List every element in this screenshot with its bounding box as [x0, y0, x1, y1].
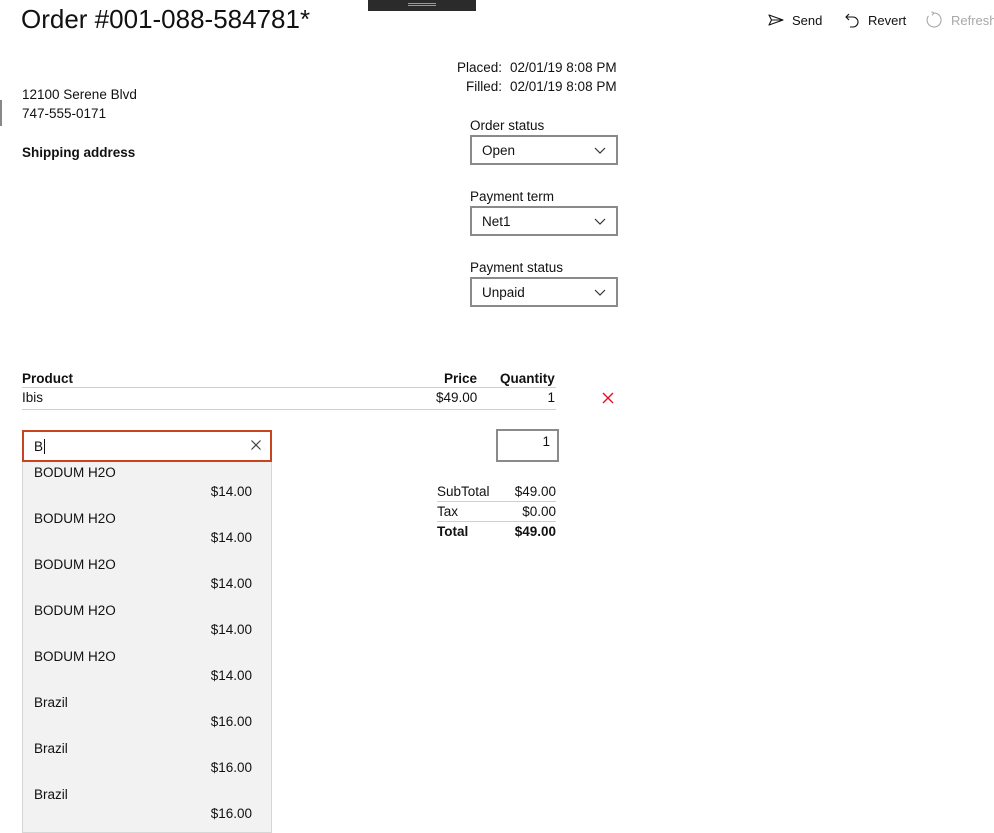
send-label: Send [792, 12, 823, 28]
suggestion-item[interactable]: BODUM H2O $14.00 [23, 462, 271, 508]
row-divider [22, 409, 556, 410]
drag-grip-icon [408, 3, 436, 4]
suggestion-name: Brazil [34, 787, 68, 802]
subtotal-row: SubTotal $49.00 [437, 484, 556, 499]
tax-value: $0.00 [522, 504, 556, 519]
customer-address: 12100 Serene Blvd [22, 87, 137, 102]
order-status-dropdown[interactable]: Open [470, 135, 618, 165]
chevron-down-icon [594, 214, 606, 229]
chevron-down-icon [594, 285, 606, 300]
suggestion-item[interactable]: Brazil $16.00 [23, 784, 271, 830]
placed-label: Placed: [456, 60, 502, 75]
order-status-label: Order status [470, 118, 545, 133]
suggestion-name: BODUM H2O [34, 557, 116, 572]
suggestion-name: BODUM H2O [34, 465, 116, 480]
send-icon [768, 14, 784, 26]
delete-x-icon[interactable] [600, 390, 616, 406]
window-drag-handle[interactable] [368, 0, 476, 11]
suggestion-item[interactable]: BODUM H2O $14.00 [23, 508, 271, 554]
suggestion-item[interactable]: BODUM H2O $14.00 [23, 600, 271, 646]
filled-label: Filled: [465, 79, 502, 94]
revert-button[interactable]: Revert [844, 10, 906, 30]
payment-term-dropdown[interactable]: Net1 [470, 206, 618, 236]
suggestion-item[interactable]: Brazil $16.00 [23, 738, 271, 784]
payment-status-label: Payment status [470, 260, 564, 275]
payment-term-label: Payment term [470, 189, 555, 204]
undo-icon [844, 12, 860, 28]
text-caret [44, 438, 46, 454]
suggestion-price: $14.00 [210, 576, 252, 591]
page-title: Order #001-088-584781* [21, 4, 311, 34]
price-column-header: Price [444, 371, 478, 386]
suggestion-price: $14.00 [210, 668, 252, 683]
total-row: Total $49.00 [437, 524, 556, 539]
header-divider [22, 387, 556, 388]
placed-value: 02/01/19 8:08 PM [510, 60, 617, 75]
suggestion-name: BODUM H2O [34, 511, 116, 526]
payment-status-value: Unpaid [482, 284, 525, 300]
suggestion-item[interactable]: BODUM H2O $14.00 [23, 554, 271, 600]
new-item-quantity-input[interactable]: 1 [496, 429, 559, 462]
filled-value: 02/01/19 8:08 PM [510, 79, 617, 94]
suggestion-item[interactable]: BODUM H2O $14.00 [23, 646, 271, 692]
totals-divider [437, 521, 556, 522]
totals-divider [437, 501, 556, 502]
product-search-value: B [34, 438, 44, 454]
line-item-price: $49.00 [436, 390, 478, 405]
send-button[interactable]: Send [768, 10, 822, 30]
payment-term-value: Net1 [482, 213, 511, 229]
subtotal-label: SubTotal [437, 484, 490, 499]
quantity-column-header: Quantity [500, 371, 555, 386]
customer-phone: 747-555-0171 [22, 106, 107, 121]
suggestion-name: Brazil [34, 695, 68, 710]
product-column-header: Product [22, 371, 74, 386]
suggestion-name: BODUM H2O [34, 649, 116, 664]
product-suggestion-list: BODUM H2O $14.00 BODUM H2O $14.00 BODUM … [22, 462, 272, 833]
placed-date-row: Placed: 02/01/19 8:08 PM [456, 60, 617, 75]
line-item-product: Ibis [22, 390, 44, 405]
close-icon[interactable] [250, 439, 262, 454]
suggestion-price: $16.00 [210, 760, 252, 775]
suggestion-name: BODUM H2O [34, 603, 116, 618]
filled-date-row: Filled: 02/01/19 8:08 PM [456, 79, 617, 94]
suggestion-name: Brazil [34, 741, 68, 756]
total-label: Total [437, 524, 469, 539]
refresh-icon [925, 11, 943, 29]
refresh-label: Refresh [951, 12, 994, 28]
payment-status-dropdown[interactable]: Unpaid [470, 277, 618, 307]
order-status-value: Open [482, 142, 516, 158]
chevron-down-icon [594, 143, 606, 158]
refresh-button[interactable]: Refresh [925, 10, 994, 30]
left-edge-indicator [0, 100, 2, 126]
suggestion-price: $14.00 [210, 622, 252, 637]
shipping-address-label: Shipping address [22, 145, 136, 160]
suggestion-price: $16.00 [210, 714, 252, 729]
suggestion-price: $14.00 [210, 484, 252, 499]
suggestion-price: $14.00 [210, 530, 252, 545]
total-value: $49.00 [514, 524, 556, 539]
tax-row: Tax $0.00 [437, 504, 556, 519]
suggestion-price: $16.00 [210, 806, 252, 821]
subtotal-value: $49.00 [514, 484, 556, 499]
tax-label: Tax [437, 504, 459, 519]
suggestion-item[interactable]: Brazil $16.00 [23, 692, 271, 738]
line-item-quantity: 1 [547, 390, 555, 405]
revert-label: Revert [868, 12, 907, 28]
product-search-input[interactable]: B [22, 430, 272, 462]
